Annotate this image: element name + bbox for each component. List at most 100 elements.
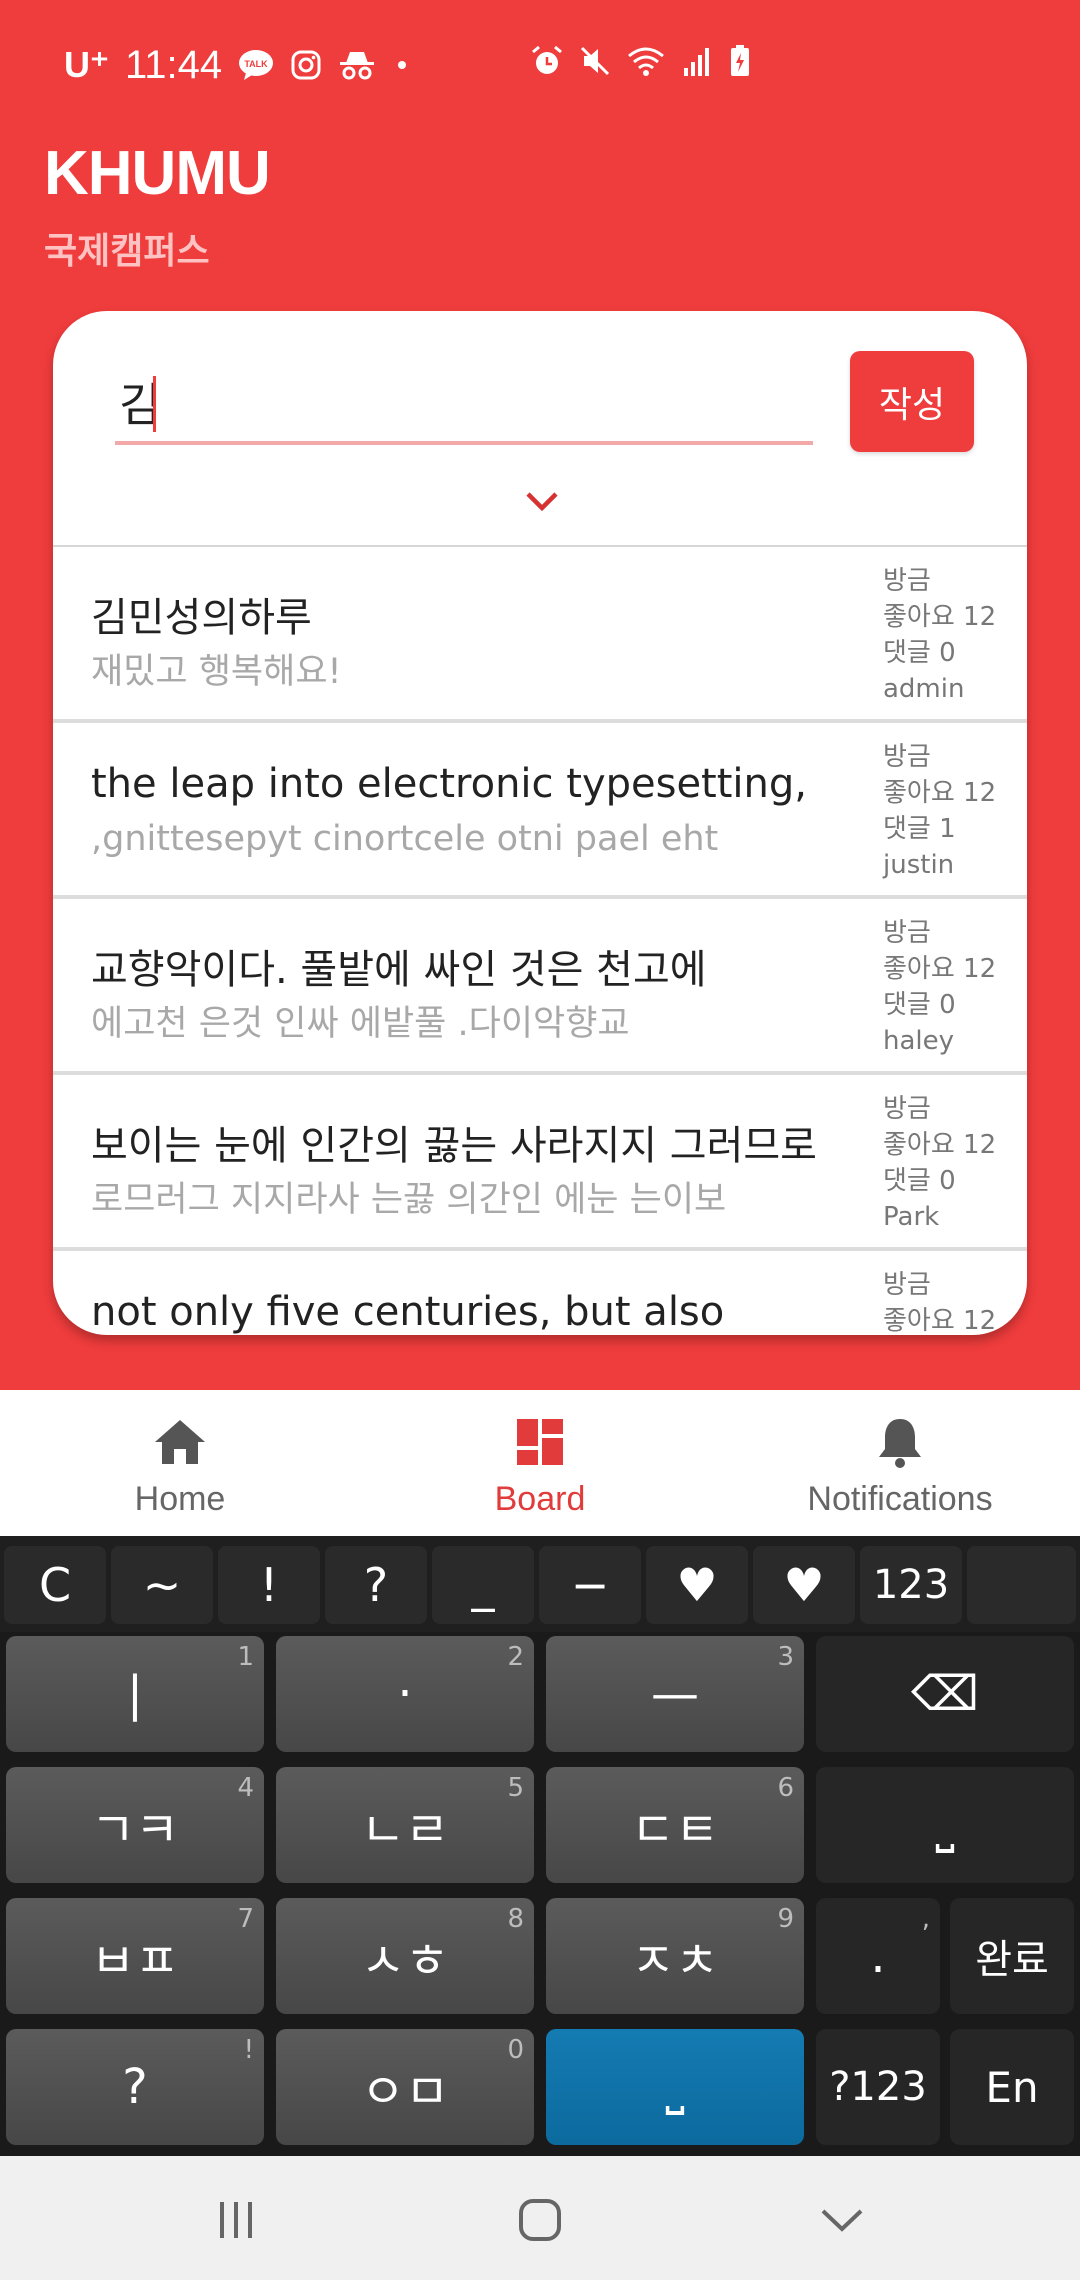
post-author: haley bbox=[883, 1026, 955, 1056]
key-number: 3 bbox=[777, 1642, 794, 1672]
key-j-ch[interactable]: ㅈㅊ 9 bbox=[546, 1898, 804, 2014]
chevron-down-icon[interactable] bbox=[523, 486, 561, 516]
key-s-h[interactable]: ㅅㅎ 8 bbox=[276, 1898, 534, 2014]
key-label: ㅅㅎ bbox=[360, 1933, 450, 1989]
key-label: ㄱㅋ bbox=[90, 1802, 180, 1858]
done-key[interactable]: 완료 bbox=[950, 1898, 1074, 2014]
symbols-toggle-key[interactable]: ?123 bbox=[816, 2029, 940, 2145]
numbers-key[interactable]: 123 bbox=[860, 1546, 962, 1624]
question-key[interactable]: ? ! bbox=[6, 2029, 264, 2145]
list-item[interactable]: 김민성의하루 재밌고 행복해요! 방금 좋아요 12 댓글 0 admin bbox=[53, 547, 1027, 723]
signal-icon bbox=[680, 44, 714, 78]
svg-text:TALK: TALK bbox=[244, 59, 268, 69]
key-b-p[interactable]: ㅂㅍ 7 bbox=[6, 1898, 264, 2014]
keyboard-hide-icon[interactable] bbox=[812, 2190, 872, 2250]
wifi-icon bbox=[626, 44, 666, 78]
backspace-key[interactable]: ⌫ bbox=[816, 1636, 1074, 1752]
system-nav-bar bbox=[0, 2156, 1080, 2280]
post-time: 방금 bbox=[883, 1094, 931, 1124]
post-time: 방금 bbox=[883, 918, 931, 948]
battery-icon bbox=[728, 44, 752, 78]
text-cursor bbox=[153, 376, 156, 432]
key-number: 4 bbox=[237, 1773, 254, 1803]
key-label: ㄴㄹ bbox=[360, 1802, 450, 1858]
post-likes: 좋아요 12 bbox=[883, 1306, 997, 1335]
talk-icon: TALK bbox=[238, 49, 274, 81]
key-o-m[interactable]: ㅇㅁ 0 bbox=[276, 2029, 534, 2145]
list-item[interactable]: 보이는 눈에 인간의 끓는 사라지지 그러므로 로므러그 지지라사 는끓 의간인… bbox=[53, 1075, 1027, 1251]
write-button[interactable]: 작성 bbox=[850, 351, 974, 452]
post-time: 방금 bbox=[883, 566, 931, 596]
dot-icon bbox=[392, 55, 412, 75]
key-label: ? bbox=[122, 2059, 148, 2115]
nav-notifications[interactable]: Notifications bbox=[750, 1390, 1050, 1536]
list-item[interactable]: not only five centuries, but also 방금 좋아요… bbox=[53, 1251, 1027, 1335]
key-vowel-dot[interactable]: · 2 bbox=[276, 1636, 534, 1752]
spacebar-key[interactable]: ⎵ bbox=[546, 2029, 804, 2145]
post-comments: 댓글 0 bbox=[883, 1166, 956, 1196]
post-title: 교향악이다. 풀밭에 싸인 것은 천고에 bbox=[91, 947, 707, 993]
post-likes: 좋아요 12 bbox=[883, 778, 997, 808]
bell-icon bbox=[872, 1414, 928, 1470]
key-number: 6 bbox=[777, 1773, 794, 1803]
symbol-key[interactable]: ! bbox=[218, 1546, 320, 1624]
key-number: , bbox=[921, 1904, 930, 1934]
key-vowel-eu[interactable]: — 3 bbox=[546, 1636, 804, 1752]
post-list[interactable]: 김민성의하루 재밌고 행복해요! 방금 좋아요 12 댓글 0 admin th… bbox=[53, 547, 1027, 1335]
key-number: 0 bbox=[507, 2035, 524, 2065]
bottom-nav: Home Board Notifications bbox=[0, 1390, 1080, 1536]
post-title: not only five centuries, but also bbox=[91, 1289, 725, 1335]
list-item[interactable]: 교향악이다. 풀밭에 싸인 것은 천고에 에고천 은것 인싸 에밭풀 .다이악향… bbox=[53, 899, 1027, 1075]
nav-notifications-label: Notifications bbox=[807, 1480, 993, 1518]
dashboard-icon bbox=[512, 1414, 568, 1470]
key-number: 1 bbox=[237, 1642, 254, 1672]
post-meta: 방금 좋아요 12 댓글 0 admin bbox=[883, 563, 996, 707]
key-label: ㅈㅊ bbox=[630, 1933, 720, 1989]
symbol-key-blank[interactable] bbox=[967, 1546, 1076, 1624]
symbol-key[interactable]: C bbox=[4, 1546, 106, 1624]
list-item[interactable]: the leap into electronic typesetting, ,g… bbox=[53, 723, 1027, 899]
key-label: | bbox=[126, 1666, 144, 1722]
symbol-key[interactable]: ? bbox=[325, 1546, 427, 1624]
space-icon: ⎵ bbox=[935, 1796, 955, 1853]
post-time: 방금 bbox=[883, 1270, 931, 1300]
period-key[interactable]: . , bbox=[816, 1898, 940, 2014]
home-button-icon[interactable] bbox=[510, 2190, 570, 2250]
carrier-label: U⁺ bbox=[64, 44, 109, 85]
post-likes: 좋아요 12 bbox=[883, 954, 997, 984]
recents-icon[interactable] bbox=[206, 2190, 266, 2250]
key-number: 8 bbox=[507, 1904, 524, 1934]
post-time: 방금 bbox=[883, 742, 931, 772]
post-likes: 좋아요 12 bbox=[883, 602, 997, 632]
key-label: ?123 bbox=[829, 2064, 927, 2110]
key-label: ㅇㅁ bbox=[360, 2064, 450, 2120]
mute-icon bbox=[578, 44, 612, 78]
symbol-key[interactable]: _ bbox=[432, 1546, 534, 1624]
key-g-k[interactable]: ㄱㅋ 4 bbox=[6, 1767, 264, 1883]
symbol-key[interactable]: − bbox=[539, 1546, 641, 1624]
search-input[interactable] bbox=[115, 363, 813, 445]
post-preview: 재밌고 행복해요! bbox=[91, 652, 342, 692]
heart-key[interactable]: ♥ bbox=[646, 1546, 748, 1624]
post-author: justin bbox=[883, 850, 955, 880]
board-card: 작성 김민성의하루 재밌고 행복해요! 방금 좋아요 12 댓글 0 admin… bbox=[53, 311, 1027, 1335]
backspace-icon: ⌫ bbox=[911, 1666, 979, 1722]
key-d-t[interactable]: ㄷㅌ 6 bbox=[546, 1767, 804, 1883]
language-key[interactable]: En bbox=[950, 2029, 1074, 2145]
key-label: ㅂㅍ bbox=[90, 1933, 180, 1989]
post-meta: 방금 좋아요 12 댓글 0 Park bbox=[883, 1091, 996, 1235]
nav-board[interactable]: Board bbox=[390, 1390, 690, 1536]
post-meta: 방금 좋아요 12 댓글 0 haley bbox=[883, 915, 996, 1059]
key-label: . bbox=[870, 1928, 886, 1984]
space-key[interactable]: ⎵ bbox=[816, 1767, 1074, 1883]
search-row: 작성 bbox=[53, 311, 1027, 546]
symbol-key[interactable]: ~ bbox=[111, 1546, 213, 1624]
post-title: 보이는 눈에 인간의 끓는 사라지지 그러므로 bbox=[91, 1123, 817, 1169]
post-author: Park bbox=[883, 1202, 940, 1232]
post-comments: 댓글 0 bbox=[883, 990, 956, 1020]
key-vowel-i[interactable]: | 1 bbox=[6, 1636, 264, 1752]
heart-key[interactable]: ♥ bbox=[753, 1546, 855, 1624]
campus-subtitle: 국제캠퍼스 bbox=[44, 231, 210, 272]
nav-home[interactable]: Home bbox=[30, 1390, 330, 1536]
key-n-r[interactable]: ㄴㄹ 5 bbox=[276, 1767, 534, 1883]
